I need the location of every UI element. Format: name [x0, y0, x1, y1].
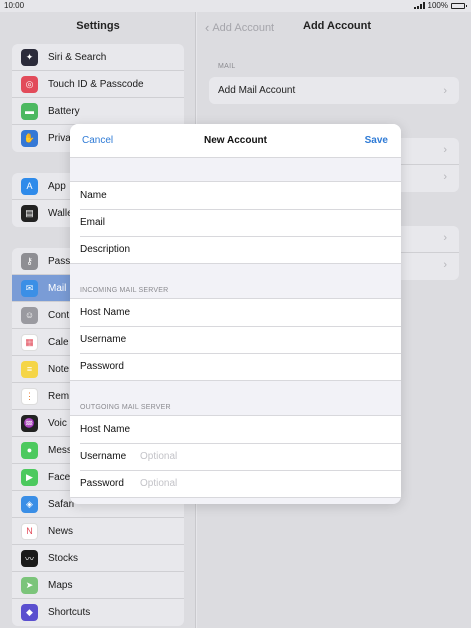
signal-icon: [413, 2, 425, 9]
calendar-icon: ▦: [21, 333, 38, 351]
outgoing-username-field[interactable]: Username Optional: [70, 443, 401, 470]
incoming-password-field[interactable]: Password: [70, 353, 401, 380]
stocks-icon: 〰: [21, 549, 38, 567]
sidebar-item-news[interactable]: N News: [12, 518, 184, 545]
description-field[interactable]: Description: [70, 236, 401, 263]
chevron-left-icon: ‹: [205, 20, 210, 35]
chevron-right-icon: ›: [443, 259, 447, 271]
chevron-right-icon: ›: [443, 232, 447, 244]
email-field[interactable]: Email: [70, 209, 401, 236]
maps-icon: ➤: [21, 576, 38, 594]
password-label: Password: [80, 361, 124, 372]
host-name-label: Host Name: [80, 424, 131, 435]
modal-title: New Account: [204, 135, 267, 146]
notes-icon: ≡: [21, 360, 38, 378]
siri-icon: ✦: [21, 48, 38, 66]
chevron-right-icon: ›: [443, 171, 447, 183]
save-button[interactable]: Save: [365, 135, 388, 146]
section-header-mail: MAIL: [218, 63, 236, 70]
name-label: Name: [80, 190, 107, 201]
sidebar-item-touch-id[interactable]: ◎ Touch ID & Passcode: [12, 71, 184, 98]
modal-header: Cancel New Account Save: [70, 124, 401, 158]
outgoing-server-header: OUTGOING MAIL SERVER: [80, 404, 171, 411]
hand-icon: ✋: [21, 130, 38, 147]
sidebar-item-maps[interactable]: ➤ Maps: [12, 572, 184, 599]
sidebar-item-battery[interactable]: ▬ Battery: [12, 98, 184, 125]
mail-icon: ✉: [21, 279, 38, 297]
chevron-right-icon: ›: [443, 144, 447, 156]
incoming-server-header: INCOMING MAIL SERVER: [80, 287, 169, 294]
password-placeholder: Optional: [140, 478, 178, 489]
account-info-group: Name Email Description: [70, 181, 401, 264]
voice-memos-icon: ♒: [21, 414, 38, 432]
facetime-icon: ▶: [21, 468, 38, 486]
battery-icon: ▬: [21, 102, 38, 120]
description-label: Description: [80, 244, 131, 255]
back-button[interactable]: ‹ Add Account: [205, 20, 274, 35]
app-store-icon: A: [21, 177, 38, 195]
sidebar-item-shortcuts[interactable]: ◆ Shortcuts: [12, 599, 184, 626]
password-label: Password: [80, 478, 124, 489]
key-icon: ⚷: [21, 252, 38, 270]
outgoing-password-field[interactable]: Password Optional: [70, 470, 401, 497]
add-mail-account-row[interactable]: Add Mail Account ›: [209, 77, 459, 104]
news-icon: N: [21, 522, 38, 540]
incoming-server-group: Host Name Username Password: [70, 298, 401, 381]
status-bar: 10:00 100%: [0, 0, 471, 12]
battery-percent: 100%: [427, 1, 448, 10]
host-name-label: Host Name: [80, 307, 131, 318]
reminders-icon: ⋮: [21, 387, 38, 405]
wallet-icon: ▤: [21, 205, 38, 222]
messages-icon: ●: [21, 441, 38, 459]
battery-icon: [451, 2, 467, 9]
username-placeholder: Optional: [140, 451, 178, 462]
shortcuts-icon: ◆: [21, 604, 38, 621]
fingerprint-icon: ◎: [21, 75, 38, 93]
page-title: Add Account: [303, 20, 372, 32]
chevron-right-icon: ›: [443, 84, 447, 97]
incoming-host-name-field[interactable]: Host Name: [70, 299, 401, 326]
contacts-icon: ☺: [21, 306, 38, 324]
name-field[interactable]: Name: [70, 182, 401, 209]
sidebar-item-siri[interactable]: ✦ Siri & Search: [12, 44, 184, 71]
new-account-modal: Cancel New Account Save Name Email Descr…: [70, 124, 401, 504]
sidebar-item-stocks[interactable]: 〰 Stocks: [12, 545, 184, 572]
sidebar-title: Settings: [76, 20, 120, 32]
safari-icon: ◈: [21, 495, 38, 513]
outgoing-server-group: Host Name Username Optional Password Opt…: [70, 415, 401, 498]
username-label: Username: [80, 334, 127, 345]
status-time: 10:00: [4, 1, 25, 10]
username-label: Username: [80, 451, 127, 462]
outgoing-host-name-field[interactable]: Host Name: [70, 416, 401, 443]
email-label: Email: [80, 217, 106, 228]
detail-nav-bar: ‹ Add Account Add Account: [197, 20, 471, 36]
incoming-username-field[interactable]: Username: [70, 326, 401, 353]
